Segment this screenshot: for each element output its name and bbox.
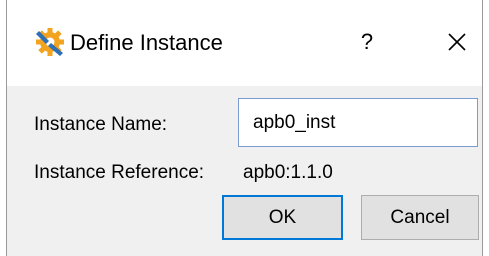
cancel-button[interactable]: Cancel xyxy=(361,195,479,240)
instance-name-label: Instance Name: xyxy=(34,114,168,135)
gear-wrench-icon xyxy=(36,28,64,56)
help-button[interactable]: ? xyxy=(347,20,387,64)
title-bar[interactable]: Define Instance ? xyxy=(7,0,482,86)
close-button[interactable] xyxy=(437,20,477,64)
ok-button[interactable]: OK xyxy=(222,195,343,240)
close-icon xyxy=(448,33,466,51)
instance-reference-value: apb0:1.1.0 xyxy=(243,162,333,183)
define-instance-dialog: Define Instance ? Instance Name: Instanc… xyxy=(6,0,483,256)
instance-name-input[interactable] xyxy=(238,98,478,147)
dialog-title: Define Instance xyxy=(70,30,223,55)
instance-reference-label: Instance Reference: xyxy=(34,162,205,183)
